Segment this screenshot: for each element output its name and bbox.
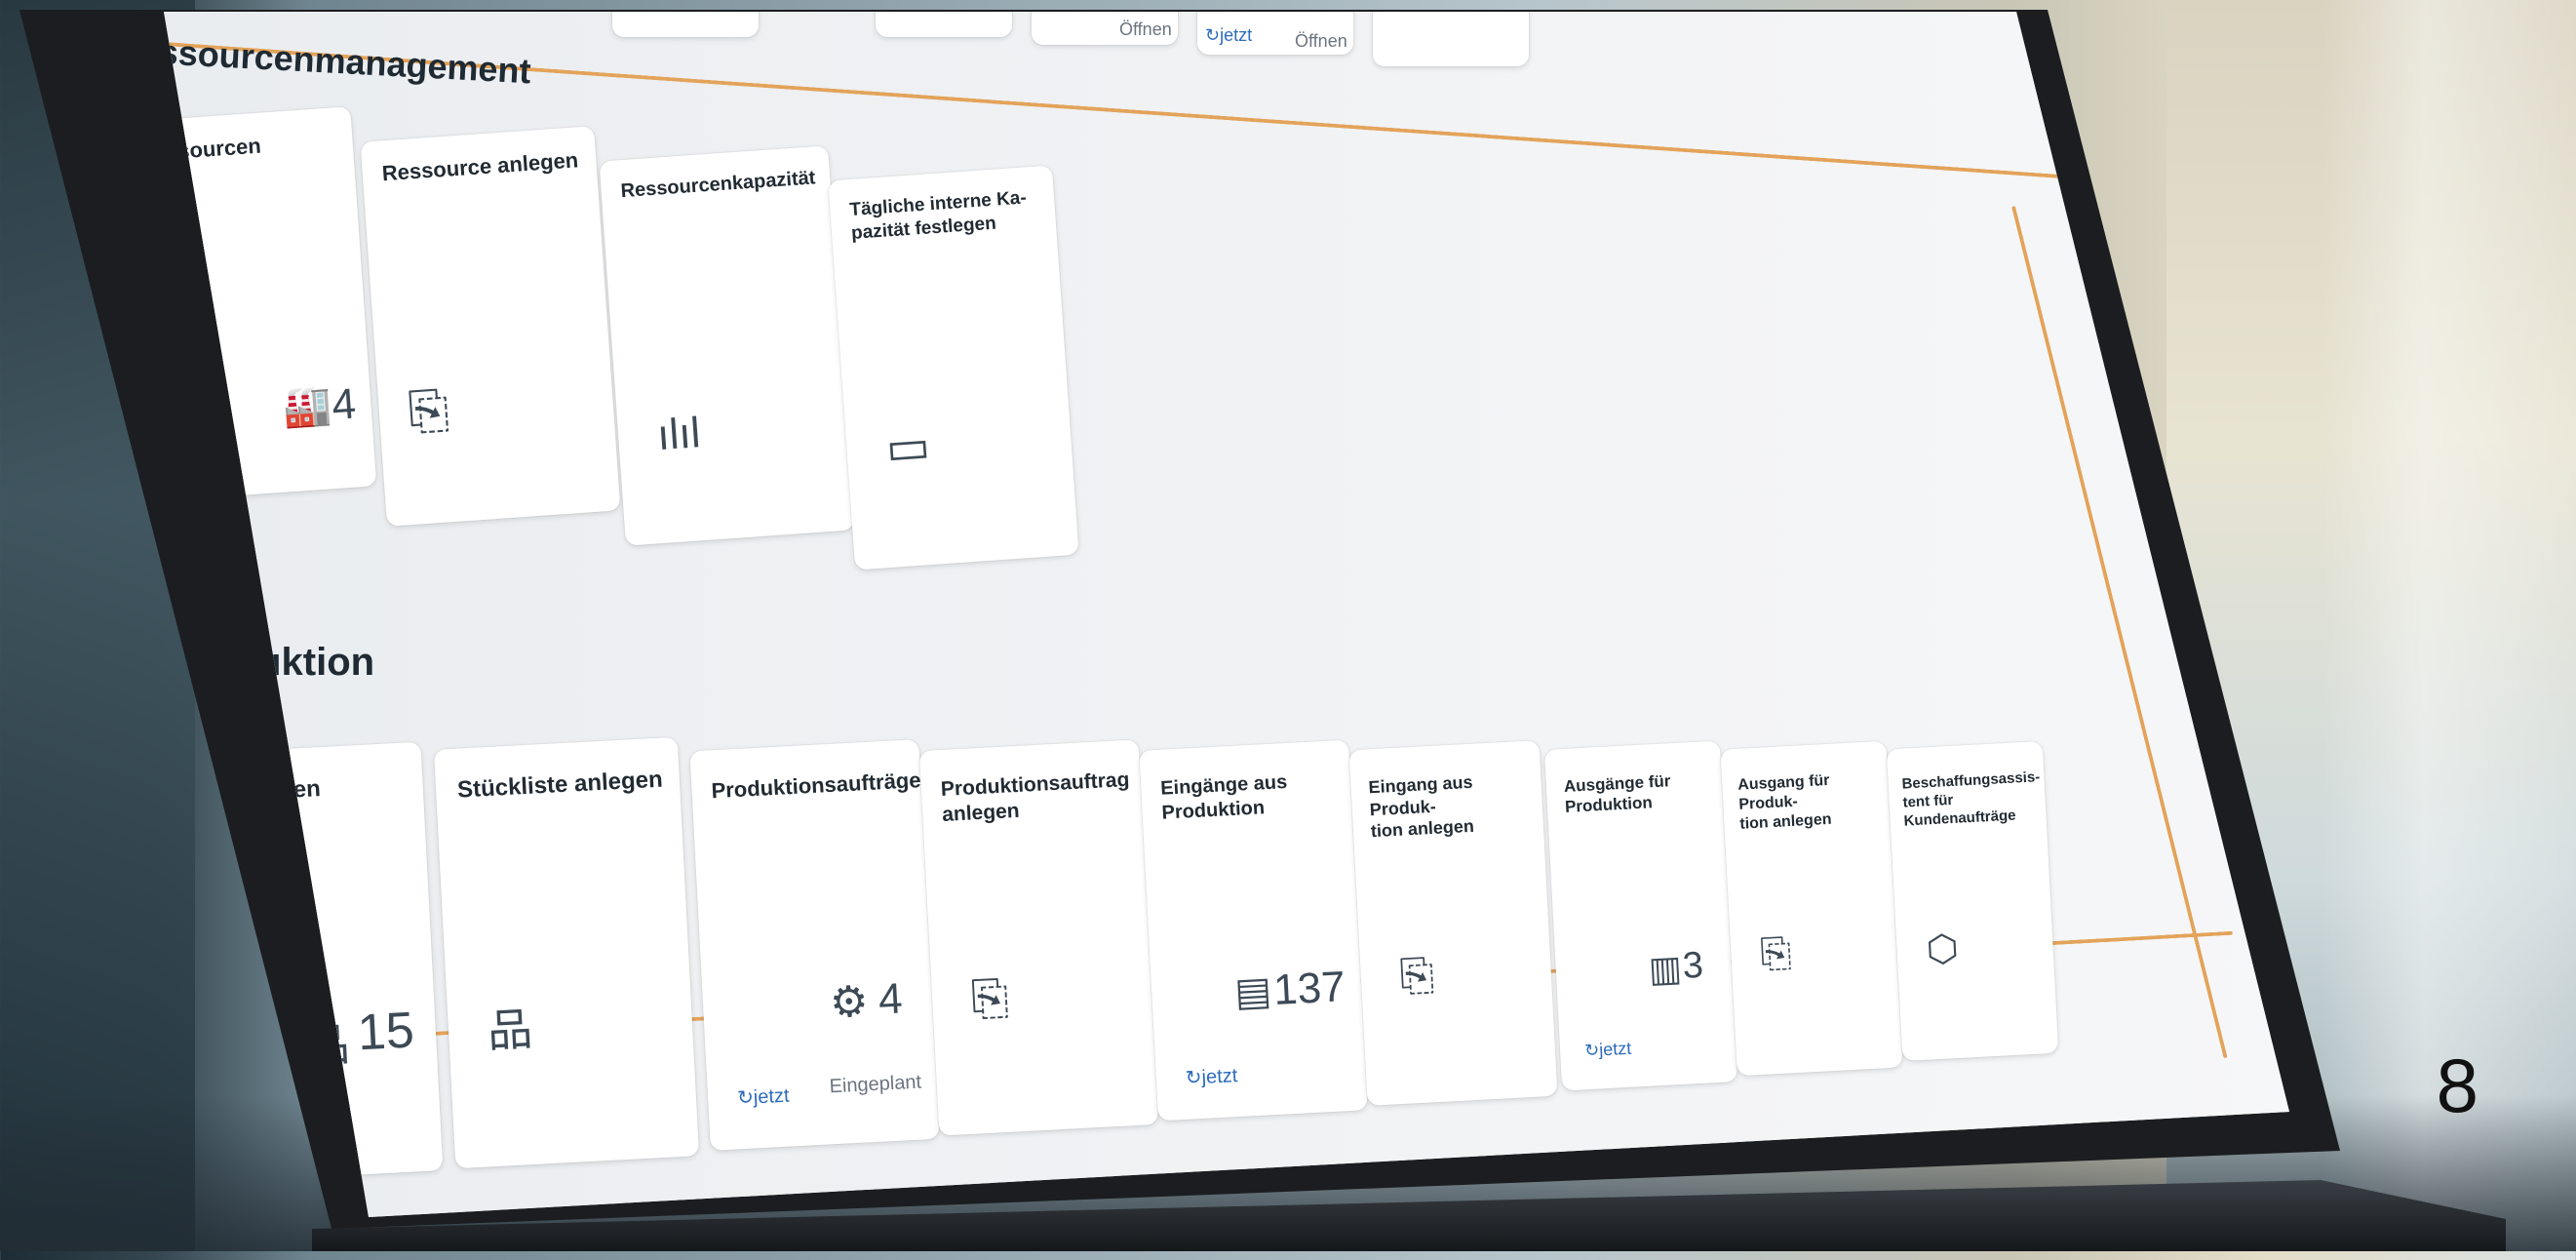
refresh-link[interactable]: ↻jetzt bbox=[736, 1083, 791, 1111]
tile-produktionsauftraege[interactable]: Produktionsaufträge ⚙ 4 ↻jetzt Eingeplan… bbox=[689, 739, 940, 1151]
procurement-icon: ⬡ bbox=[1925, 927, 1960, 971]
tile-ausgang-fuer-produktion-anlegen[interactable]: Ausgang für Produk- tion anlegen ⎘ bbox=[1720, 740, 1903, 1077]
document-out-icon: ▥ bbox=[1647, 947, 1683, 990]
tile-eingaenge-aus-produktion[interactable]: Eingänge aus Produktion ▤ 137 ↻jetzt bbox=[1139, 739, 1368, 1122]
tile-kpi: 15 bbox=[356, 1002, 416, 1062]
tile-ausgaenge-fuer-produktion[interactable]: Ausgänge für Produktion ▥ 3 ↻jetzt bbox=[1543, 740, 1738, 1091]
production-tiles: Stücklisten 品 15 ↻jetzt Stückliste anleg… bbox=[164, 12, 2289, 1217]
tile-title: Beschaffungsassis- tent für Kundenaufträ… bbox=[1901, 768, 2041, 830]
page-number: 8 bbox=[2436, 1043, 2478, 1128]
production-icon: ⚙ bbox=[828, 977, 870, 1028]
add-document-icon: ⎘ bbox=[1759, 931, 1793, 976]
add-document-icon: ⎘ bbox=[1398, 951, 1436, 1001]
refresh-link[interactable]: ↻jetzt bbox=[1584, 1039, 1632, 1061]
tile-eingang-aus-produktion-anlegen[interactable]: Eingang aus Produk- tion anlegen ⎘ bbox=[1348, 740, 1558, 1106]
tile-status: Eingeplant bbox=[829, 1071, 922, 1098]
add-document-icon: ⎘ bbox=[969, 971, 1010, 1026]
tile-kpi: 3 bbox=[1681, 944, 1704, 987]
laptop-screen: Öffnen ↻jetzt Öffnen Ressourcenmanagemen… bbox=[164, 12, 2289, 1217]
refresh-link[interactable]: ↻jetzt bbox=[1185, 1063, 1238, 1090]
tile-title: Stückliste anlegen bbox=[456, 766, 664, 804]
tile-stueckliste-anlegen[interactable]: Stückliste anlegen 品 bbox=[433, 736, 700, 1169]
tile-title: Eingang aus Produk- tion anlegen bbox=[1368, 771, 1475, 842]
tile-kpi: 137 bbox=[1271, 963, 1347, 1014]
tile-title: Eingänge aus Produktion bbox=[1159, 770, 1288, 824]
tile-kpi: 4 bbox=[877, 974, 904, 1024]
hierarchy-icon: 品 bbox=[486, 1003, 534, 1057]
tile-produktionsauftrag-anlegen[interactable]: Produktionsauftrag anlegen ⎘ bbox=[918, 739, 1159, 1136]
tile-title: Produktionsauftrag anlegen bbox=[940, 768, 1130, 827]
tile-beschaffungsassistent[interactable]: Beschaffungsassis- tent für Kundenaufträ… bbox=[1886, 741, 2059, 1061]
tile-title: Ausgänge für Produktion bbox=[1563, 771, 1671, 817]
tile-title: Ausgang für Produk- tion anlegen bbox=[1737, 771, 1832, 833]
tile-title: Produktionsaufträge bbox=[710, 768, 922, 804]
launchpad: Öffnen ↻jetzt Öffnen Ressourcenmanagemen… bbox=[164, 12, 2289, 1217]
receipt-icon: ▤ bbox=[1233, 969, 1273, 1015]
